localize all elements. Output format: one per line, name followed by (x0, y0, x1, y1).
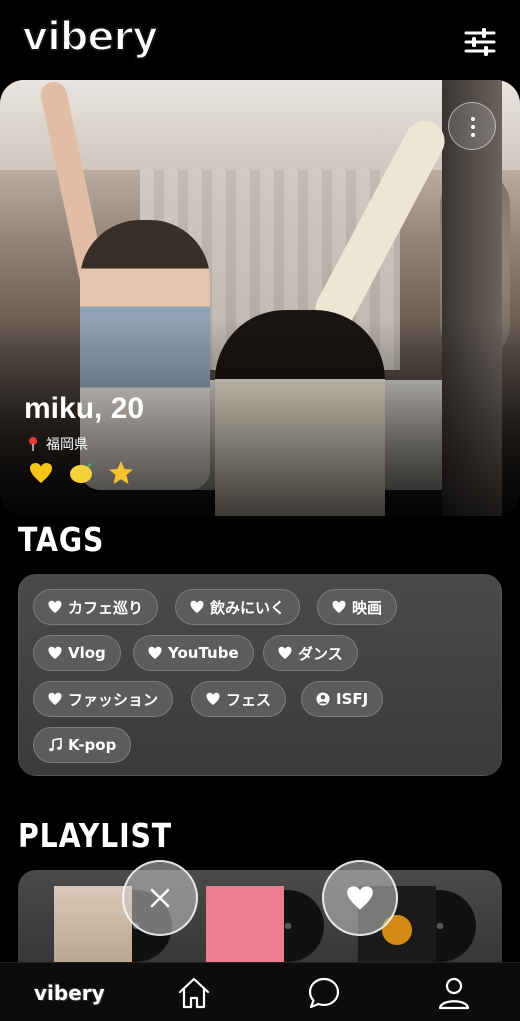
tag-label: カフェ巡り (68, 598, 144, 617)
heart-icon (148, 646, 162, 659)
tag-label: ファッション (68, 690, 159, 709)
lemon-icon (68, 460, 94, 486)
tag-label: YouTube (168, 644, 239, 662)
heart-icon (278, 646, 292, 659)
bottom-logo[interactable]: vibery (34, 981, 105, 1005)
location-pin-icon (29, 437, 37, 451)
tags-panel: カフェ巡り 飲みにいく 映画 Vlog YouTube ダンス ファッション フ… (18, 574, 502, 776)
tag-label: K-pop (68, 736, 117, 754)
heart-icon (206, 692, 220, 705)
tag-chip[interactable]: 映画 (317, 589, 398, 625)
filter-settings-button[interactable] (464, 26, 496, 58)
profile-name-age: miku, 20 (24, 392, 145, 425)
tag-chip[interactable]: ファッション (33, 681, 174, 717)
bottom-navigation: vibery (0, 962, 520, 1021)
sliders-icon (464, 28, 496, 56)
heart-icon (347, 886, 373, 910)
more-vertical-icon (471, 117, 475, 121)
like-button[interactable] (322, 860, 398, 936)
tag-chip[interactable]: フェス (191, 681, 287, 717)
profile-location: 福岡県 (28, 434, 88, 454)
tag-label: フェス (226, 690, 272, 709)
playlist-title: PLAYLIST (18, 816, 173, 855)
music-note-icon (49, 738, 62, 752)
heart-icon (48, 646, 62, 659)
tag-chip[interactable]: YouTube (133, 635, 254, 671)
tag-label: 飲みにいく (210, 598, 286, 617)
tag-chip[interactable]: ダンス (263, 635, 358, 671)
tag-label: ISFJ (336, 690, 369, 708)
close-icon (150, 888, 170, 908)
person-icon (316, 692, 330, 706)
yellow-heart-icon (28, 460, 54, 486)
tag-chip[interactable]: K-pop (33, 727, 132, 763)
nav-home[interactable] (176, 975, 212, 1011)
tag-label: 映画 (352, 598, 383, 617)
profile-card[interactable]: miku, 20 福岡県 (0, 80, 520, 516)
tags-title: TAGS (18, 520, 105, 559)
emoji-row (28, 460, 134, 486)
tag-chip[interactable]: ISFJ (301, 681, 384, 717)
app-logo[interactable]: vibery (21, 13, 159, 61)
album-item[interactable] (206, 886, 324, 966)
heart-icon (190, 600, 204, 613)
heart-icon (48, 600, 62, 613)
more-options-button[interactable] (448, 102, 496, 150)
tag-label: Vlog (68, 644, 106, 662)
heart-icon (48, 692, 62, 705)
location-label: 福岡県 (46, 437, 88, 453)
profile-icon (438, 977, 470, 1010)
nav-chat[interactable] (306, 975, 342, 1011)
tag-label: ダンス (298, 644, 343, 663)
album-cover (206, 886, 284, 966)
chat-icon (308, 977, 340, 1009)
tag-chip[interactable]: カフェ巡り (33, 589, 159, 625)
album-cover (54, 886, 132, 966)
top-header: vibery (0, 0, 520, 80)
star-icon (108, 460, 134, 486)
nav-profile[interactable] (436, 975, 472, 1011)
tag-chip[interactable]: Vlog (33, 635, 121, 671)
tag-chip[interactable]: 飲みにいく (175, 589, 301, 625)
home-icon (178, 977, 210, 1009)
heart-icon (332, 600, 346, 613)
skip-button[interactable] (122, 860, 198, 936)
